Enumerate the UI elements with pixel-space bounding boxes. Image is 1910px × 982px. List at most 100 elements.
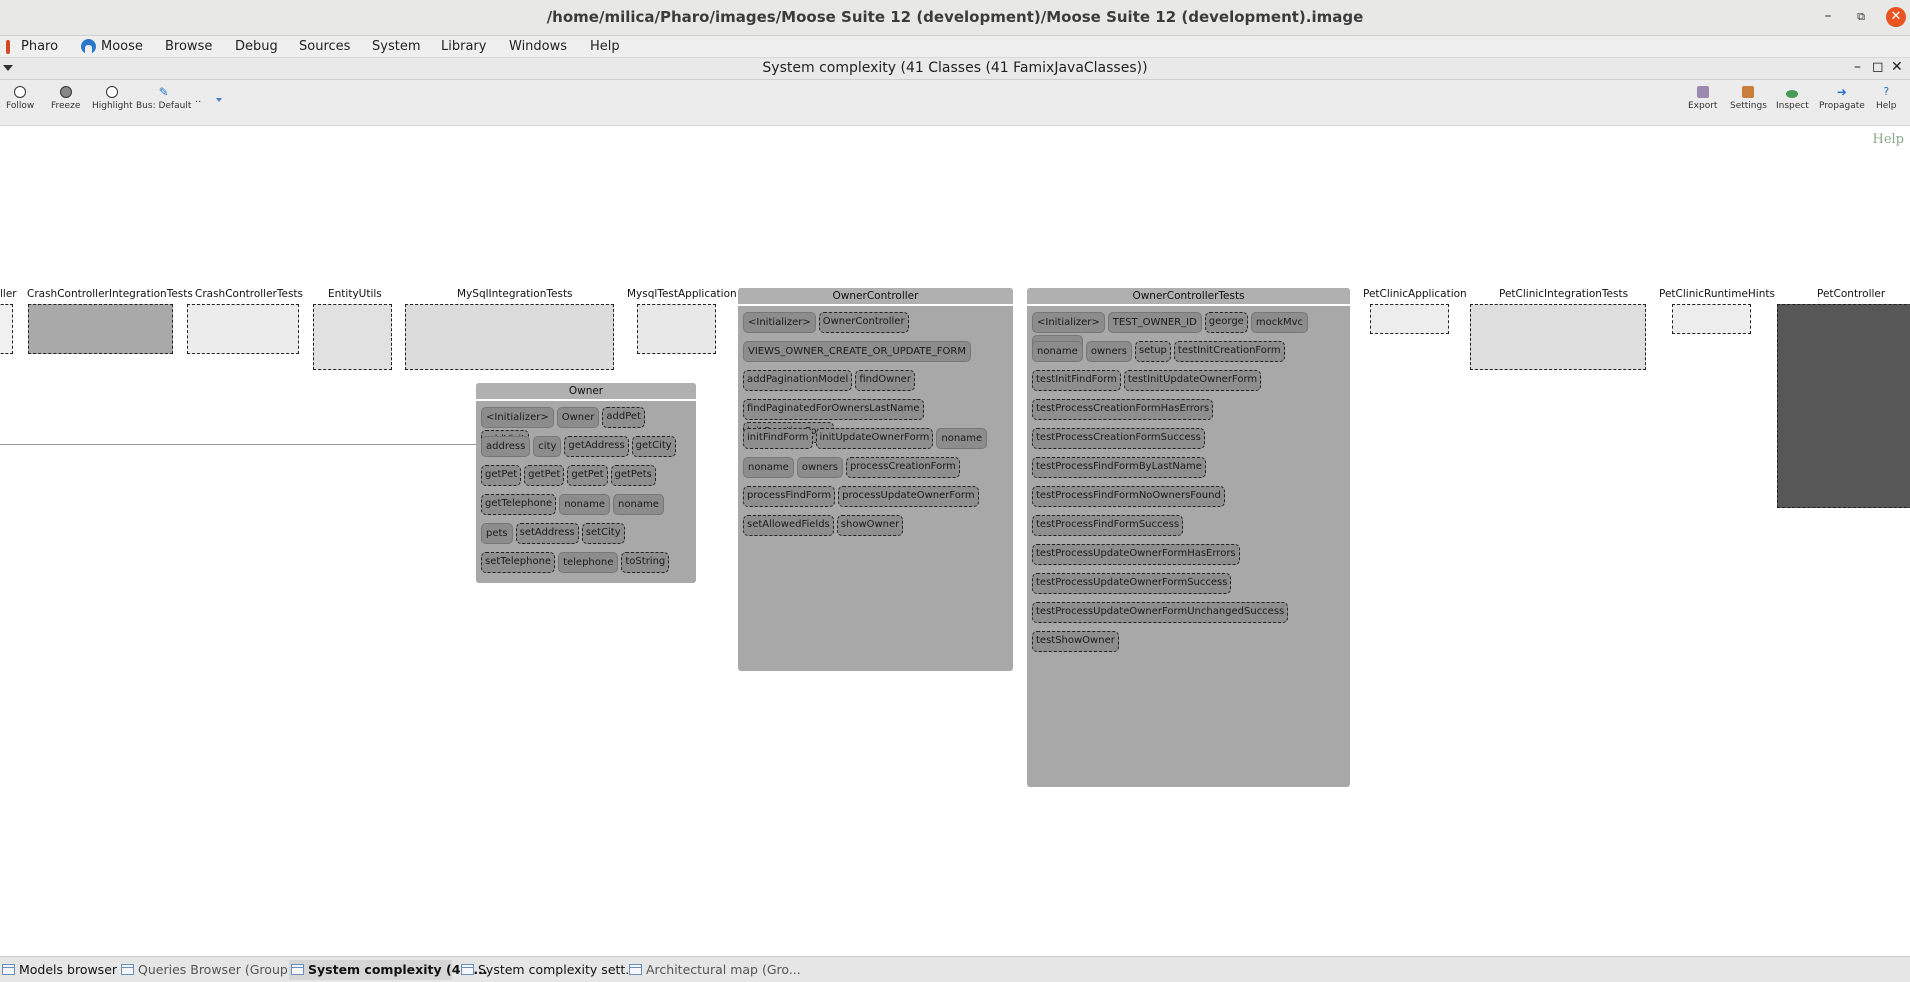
highlight-button[interactable]: Highlight — [92, 86, 133, 111]
method-item[interactable]: Owner — [556, 407, 600, 428]
class-box[interactable] — [405, 304, 614, 370]
method-item[interactable]: getPet — [567, 465, 608, 486]
method-item[interactable]: testInitFindForm — [1032, 370, 1121, 391]
class-box[interactable] — [313, 304, 392, 370]
method-item[interactable]: TEST_OWNER_ID — [1107, 312, 1202, 333]
chevron-down-icon[interactable] — [216, 98, 222, 102]
class-box[interactable] — [637, 304, 716, 354]
menu-moose[interactable]: Moose — [101, 39, 143, 54]
class-box[interactable] — [1370, 304, 1449, 334]
propagate-button[interactable]: ➜ Propagate — [1819, 86, 1865, 111]
window-close-button[interactable]: ✕ — [1891, 59, 1903, 75]
restore-window-button[interactable]: ⧉ — [1851, 10, 1871, 24]
class-owner[interactable]: Owner <Initializer>OwneraddPetaddVisit a… — [476, 383, 696, 583]
class-box[interactable] — [1470, 304, 1646, 370]
method-item[interactable]: testInitUpdateOwnerForm — [1123, 370, 1262, 391]
window-minimize-button[interactable]: – — [1854, 59, 1861, 75]
class-box[interactable] — [0, 304, 13, 354]
method-item[interactable]: testProcessFindFormNoOwnersFound — [1032, 486, 1225, 507]
menu-help[interactable]: Help — [590, 39, 620, 54]
help-button[interactable]: ? Help — [1876, 86, 1897, 112]
method-item[interactable]: processUpdateOwnerForm — [838, 486, 979, 507]
menu-pharo[interactable]: Pharo — [21, 39, 58, 54]
method-item[interactable]: owners — [1085, 341, 1132, 362]
method-item[interactable]: telephone — [558, 552, 619, 573]
task-system-complexity[interactable]: System complexity (41 ... — [289, 960, 488, 980]
method-item[interactable]: testProcessFindFormByLastName — [1032, 457, 1206, 478]
method-item[interactable]: processCreationForm — [845, 457, 960, 478]
method-item[interactable]: <Initializer> — [1032, 312, 1105, 333]
export-button[interactable]: Export — [1688, 86, 1717, 111]
method-item[interactable]: getPet — [524, 465, 565, 486]
close-window-button[interactable]: ✕ — [1886, 7, 1906, 27]
task-models-browser[interactable]: Models browser — [0, 960, 117, 980]
method-item[interactable]: setAllowedFields — [743, 515, 834, 536]
menu-debug[interactable]: Debug — [235, 39, 278, 54]
menu-library[interactable]: Library — [441, 39, 486, 54]
task-architectural-map[interactable]: Architectural map (Gro... — [627, 960, 801, 980]
task-queries-browser[interactable]: Queries Browser (Group... — [119, 960, 300, 980]
minimize-window-button[interactable]: – — [1818, 8, 1838, 24]
canvas-help-link[interactable]: Help — [1872, 132, 1904, 147]
method-item[interactable]: testProcessFindFormSuccess — [1032, 515, 1184, 536]
freeze-button[interactable]: Freeze — [51, 86, 80, 111]
method-item[interactable]: setAddress — [515, 523, 579, 544]
class-box[interactable] — [1777, 304, 1910, 508]
method-item[interactable]: pets — [481, 523, 513, 544]
method-item[interactable]: testProcessUpdateOwnerFormHasErrors — [1032, 544, 1240, 565]
menu-browse[interactable]: Browse — [165, 39, 212, 54]
method-item[interactable]: initUpdateOwnerForm — [815, 428, 934, 449]
method-item[interactable]: getCity — [631, 436, 676, 457]
menu-windows[interactable]: Windows — [509, 39, 567, 54]
class-owner-controller-tests[interactable]: OwnerControllerTests <Initializer> TEST_O… — [1027, 288, 1350, 787]
method-item[interactable]: setTelephone — [481, 552, 556, 573]
method-item[interactable]: showOwner — [836, 515, 904, 536]
toolbar-more[interactable]: .. — [195, 94, 201, 105]
class-box[interactable] — [1672, 304, 1751, 334]
method-item[interactable]: getPets — [610, 465, 656, 486]
method-item[interactable]: noname — [613, 494, 664, 515]
method-item[interactable]: noname — [1032, 341, 1083, 362]
method-item[interactable]: addPaginationModel — [743, 370, 853, 391]
settings-button[interactable]: Settings — [1730, 86, 1767, 111]
method-item[interactable]: OwnerController — [818, 312, 909, 333]
method-item[interactable]: noname — [559, 494, 611, 515]
method-item[interactable]: addPet — [602, 407, 645, 428]
method-item[interactable]: noname — [936, 428, 988, 449]
method-item[interactable]: owners — [796, 457, 843, 478]
method-item[interactable]: testInitCreationForm — [1173, 341, 1285, 362]
class-box[interactable] — [187, 304, 299, 354]
method-item[interactable]: city — [533, 436, 562, 457]
inspect-button[interactable]: Inspect — [1776, 86, 1809, 111]
method-item[interactable]: toString — [621, 552, 670, 573]
follow-button[interactable]: Follow — [6, 86, 34, 111]
method-item[interactable]: testShowOwner — [1032, 631, 1119, 652]
menu-system[interactable]: System — [372, 39, 420, 54]
method-item[interactable]: findOwner — [855, 370, 915, 391]
task-system-complexity-settings[interactable]: System complexity sett... — [459, 960, 637, 980]
method-item[interactable]: testProcessUpdateOwnerFormSuccess — [1032, 573, 1232, 594]
method-item[interactable]: noname — [743, 457, 794, 478]
visualization-canvas[interactable]: Help ller CrashControllerIntegrationTest… — [0, 126, 1910, 956]
method-item[interactable]: testProcessCreationFormSuccess — [1032, 428, 1205, 449]
method-item[interactable]: VIEWS_OWNER_CREATE_OR_UPDATE_FORM — [743, 341, 971, 362]
method-item[interactable]: processFindForm — [743, 486, 836, 507]
method-item[interactable]: testProcessCreationFormHasErrors — [1032, 399, 1214, 420]
method-item[interactable]: getTelephone — [481, 494, 557, 515]
method-item[interactable]: george — [1204, 312, 1248, 333]
method-item[interactable]: <Initializer> — [743, 312, 816, 333]
method-item[interactable]: getPet — [481, 465, 522, 486]
method-item[interactable]: setCity — [581, 523, 625, 544]
method-item[interactable]: mockMvc — [1250, 312, 1309, 333]
menu-sources[interactable]: Sources — [299, 39, 350, 54]
method-item[interactable]: getAddress — [564, 436, 629, 457]
class-owner-controller[interactable]: OwnerController <Initializer> OwnerContro… — [738, 288, 1013, 671]
method-item[interactable]: testProcessUpdateOwnerFormUnchangedSucce… — [1032, 602, 1289, 623]
method-item[interactable]: initFindForm — [743, 428, 813, 449]
bus-default-button[interactable]: ✎ Bus: Default — [136, 86, 191, 111]
method-item[interactable]: setup — [1134, 341, 1171, 362]
window-maximize-button[interactable]: ◻ — [1872, 59, 1884, 75]
class-box[interactable] — [28, 304, 173, 354]
method-item[interactable]: <Initializer> — [481, 407, 554, 428]
method-item[interactable]: address — [481, 436, 531, 457]
